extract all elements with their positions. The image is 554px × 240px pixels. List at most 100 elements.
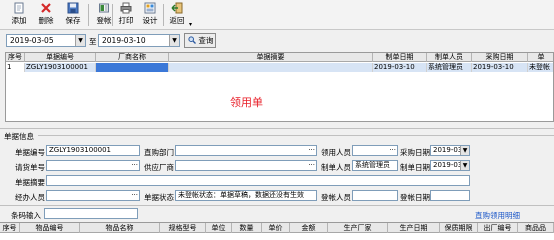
handler-label: 经办人员 [15, 193, 45, 202]
grid-header: 序号 单据编号 厂商名称 单据摘要 制单日期 制单人员 采购日期 单 [6, 53, 553, 62]
supplier-cell[interactable] [96, 63, 169, 72]
ellipsis-icon[interactable]: ··· [131, 161, 138, 170]
barcode-label: 条码输入 [11, 211, 41, 220]
print-label: 打印 [118, 16, 134, 25]
column-header[interactable]: 厂商名称 [96, 53, 169, 62]
date-from-field[interactable]: 2019-03-05 ▼ [6, 34, 86, 47]
column-header[interactable]: 序号 [6, 53, 25, 62]
query-button[interactable]: 查询 [184, 33, 216, 48]
maker-label: 制单人员 [321, 163, 351, 172]
poster-field[interactable] [352, 190, 398, 201]
post-date-field[interactable] [430, 190, 470, 201]
column-header[interactable]: 出厂编号 [478, 223, 518, 233]
purchase-date-label: 采购日期 [400, 148, 430, 157]
detail-grid[interactable]: 序号 物品编号 物品名称 规格型号 单位 数量 单价 金额 生产厂家 生产日期 … [0, 222, 554, 240]
doc-no-cell[interactable]: ZGLY1903100001 [25, 63, 96, 72]
status-value: 未登帐状态：单据草稿，数据还没有生效 [178, 191, 304, 199]
column-header[interactable]: 数量 [232, 223, 262, 233]
column-header[interactable]: 单价 [262, 223, 290, 233]
add-button[interactable]: 添加 [6, 2, 32, 28]
design-button[interactable]: 设计 [138, 2, 162, 28]
add-label: 添加 [11, 16, 27, 25]
divider [0, 128, 554, 129]
column-header[interactable]: 生产日期 [388, 223, 440, 233]
toolbar-separator [88, 4, 89, 26]
column-header[interactable]: 序号 [0, 223, 20, 233]
purchase-date-cell[interactable]: 2019-03-10 [472, 63, 528, 72]
receiver-field[interactable]: ··· [352, 145, 398, 156]
print-button[interactable]: 打印 [114, 2, 138, 28]
post-icon [99, 3, 109, 13]
ellipsis-icon[interactable]: ··· [389, 146, 396, 155]
column-header[interactable]: 保质期限 [440, 223, 478, 233]
divider [0, 205, 554, 206]
column-header[interactable]: 单位 [206, 223, 232, 233]
doc-no-value: ZGLY1903100001 [49, 146, 112, 154]
status-field: 未登帐状态：单据草稿，数据还没有生效 [175, 190, 317, 201]
ellipsis-icon[interactable]: ··· [308, 161, 315, 170]
add-icon [14, 2, 24, 14]
chevron-down-icon[interactable]: ▼ [75, 35, 85, 46]
dept-field[interactable]: ··· [175, 145, 317, 156]
handler-field[interactable]: ··· [46, 190, 140, 201]
chevron-down-icon[interactable]: ▼ [460, 161, 469, 170]
date-to-field[interactable]: 2019-03-10 ▼ [98, 34, 180, 47]
document-list-grid[interactable]: 序号 单据编号 厂商名称 单据摘要 制单日期 制单人员 采购日期 单 1 ZGL… [5, 52, 554, 122]
column-header[interactable]: 金额 [290, 223, 328, 233]
chevron-down-icon[interactable]: ▼ [169, 35, 179, 46]
toolbar-overflow-icon[interactable]: ▾ [189, 21, 192, 28]
ellipsis-icon[interactable]: ··· [131, 191, 138, 200]
column-header[interactable]: 制单日期 [373, 53, 427, 62]
column-header[interactable]: 生产厂家 [328, 223, 388, 233]
back-icon [171, 2, 183, 14]
toolbar-separator [112, 4, 113, 26]
column-header[interactable]: 单据编号 [25, 53, 96, 62]
doc-no-field[interactable]: ZGLY1903100001 [46, 145, 140, 156]
delete-button[interactable]: 删除 [33, 2, 59, 28]
status-label: 单据状态 [144, 193, 174, 202]
filter-bar: 2019-03-05 ▼ 至 2019-03-10 ▼ 查询 [0, 31, 554, 49]
back-button[interactable]: 返回 [165, 2, 189, 28]
maker-field[interactable]: 系统管理员 [352, 160, 398, 171]
purchase-date-field[interactable]: 2019-03-10 ▼ [430, 145, 470, 156]
barcode-input[interactable] [44, 208, 138, 219]
detail-link[interactable]: 直购领用明细 [475, 210, 520, 221]
save-button[interactable]: 保存 [60, 2, 86, 28]
column-header[interactable]: 采购日期 [472, 53, 528, 62]
column-header[interactable]: 单据摘要 [169, 53, 373, 62]
column-header[interactable]: 规格型号 [160, 223, 206, 233]
column-header[interactable]: 商品品 [518, 223, 554, 233]
toolbar-separator [163, 4, 164, 26]
save-icon [67, 2, 79, 14]
ellipsis-icon[interactable]: ··· [308, 146, 315, 155]
column-header[interactable]: 单 [528, 53, 553, 62]
make-date-field[interactable]: 2019-03-10 ▼ [430, 160, 470, 171]
summary-field[interactable] [46, 175, 470, 186]
supplier-label: 供应厂商 [144, 163, 174, 172]
maker-cell[interactable]: 系统管理员 [427, 63, 472, 72]
chevron-down-icon[interactable]: ▼ [460, 146, 469, 155]
summary-label: 单据摘要 [15, 178, 45, 187]
status-cell[interactable]: 未登帐 [528, 63, 553, 72]
back-label: 返回 [169, 16, 185, 25]
supplier-field[interactable]: ··· [175, 160, 317, 171]
summary-cell[interactable] [169, 63, 373, 72]
delete-label: 删除 [38, 16, 54, 25]
design-label: 设计 [142, 16, 158, 25]
doc-no-label: 单据编号 [15, 148, 45, 157]
receiver-label: 领用人员 [321, 148, 351, 157]
dept-label: 直购部门 [144, 148, 174, 157]
print-icon [120, 2, 132, 14]
table-row[interactable]: 1 ZGLY1903100001 2019-03-10 系统管理员 2019-0… [6, 63, 553, 72]
column-header[interactable]: 物品名称 [80, 223, 160, 233]
make-date-cell[interactable]: 2019-03-10 [373, 63, 427, 72]
search-icon [188, 36, 196, 44]
section-label: 单据信息 [4, 132, 34, 141]
request-no-field[interactable]: ··· [46, 160, 140, 171]
grid-header: 序号 物品编号 物品名称 规格型号 单位 数量 单价 金额 生产厂家 生产日期 … [0, 223, 554, 233]
post-label: 登帐 [96, 16, 112, 25]
column-header[interactable]: 制单人员 [427, 53, 472, 62]
date-to-value: 2019-03-10 [102, 36, 146, 45]
post-date-label: 登帐日期 [400, 193, 430, 202]
column-header[interactable]: 物品编号 [20, 223, 80, 233]
